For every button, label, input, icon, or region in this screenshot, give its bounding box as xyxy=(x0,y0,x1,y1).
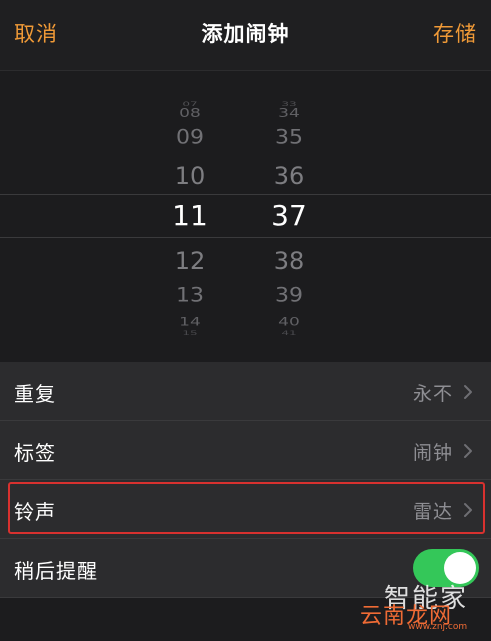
ringtone-label: 铃声 xyxy=(14,500,56,524)
hour-wheel[interactable]: 07 08 09 10 11 12 13 14 15 xyxy=(155,71,225,360)
hour-option[interactable]: 10 xyxy=(155,164,225,188)
tag-value: 闹钟 xyxy=(412,442,453,464)
minute-option[interactable]: 35 xyxy=(254,128,324,148)
watermark-url: www.znj.com xyxy=(408,622,468,632)
hour-option[interactable]: 15 xyxy=(155,330,225,336)
minute-option[interactable]: 41 xyxy=(254,330,324,336)
chevron-right-icon xyxy=(464,444,472,458)
repeat-label: 重复 xyxy=(14,382,56,406)
time-picker[interactable]: 07 08 09 10 11 12 13 14 15 33 34 35 36 3… xyxy=(0,71,491,360)
ringtone-row[interactable]: 铃声 雷达 xyxy=(0,480,491,539)
save-button[interactable]: 存储 xyxy=(433,18,477,48)
page-title: 添加闹钟 xyxy=(201,22,290,46)
picker-selection-band xyxy=(0,194,491,238)
repeat-value: 永不 xyxy=(412,383,453,405)
minute-option[interactable]: 38 xyxy=(254,249,324,273)
minute-option[interactable]: 36 xyxy=(254,164,324,188)
tag-label: 标签 xyxy=(14,441,56,465)
hour-option[interactable]: 08 xyxy=(155,107,225,120)
minute-option[interactable]: 34 xyxy=(254,107,324,120)
alarm-settings-list: 重复 永不 标签 闹钟 铃声 雷达 稍后提醒 xyxy=(0,362,491,598)
minute-option[interactable]: 40 xyxy=(254,316,324,329)
hour-option[interactable]: 13 xyxy=(155,286,225,306)
minute-wheel[interactable]: 33 34 35 36 37 38 39 40 41 xyxy=(254,71,324,360)
tag-row[interactable]: 标签 闹钟 xyxy=(0,421,491,480)
selected-hour[interactable]: 11 xyxy=(155,202,225,230)
snooze-label: 稍后提醒 xyxy=(14,559,98,583)
chevron-right-icon xyxy=(464,503,472,517)
hour-option[interactable]: 09 xyxy=(155,128,225,148)
ringtone-value: 雷达 xyxy=(412,501,453,523)
chevron-right-icon xyxy=(464,385,472,399)
minute-option[interactable]: 39 xyxy=(254,286,324,306)
hour-option[interactable]: 14 xyxy=(155,316,225,329)
selected-minute[interactable]: 37 xyxy=(254,202,324,230)
repeat-row[interactable]: 重复 永不 xyxy=(0,362,491,421)
navigation-bar: 取消 添加闹钟 存储 xyxy=(0,0,491,71)
hour-option[interactable]: 12 xyxy=(155,249,225,273)
